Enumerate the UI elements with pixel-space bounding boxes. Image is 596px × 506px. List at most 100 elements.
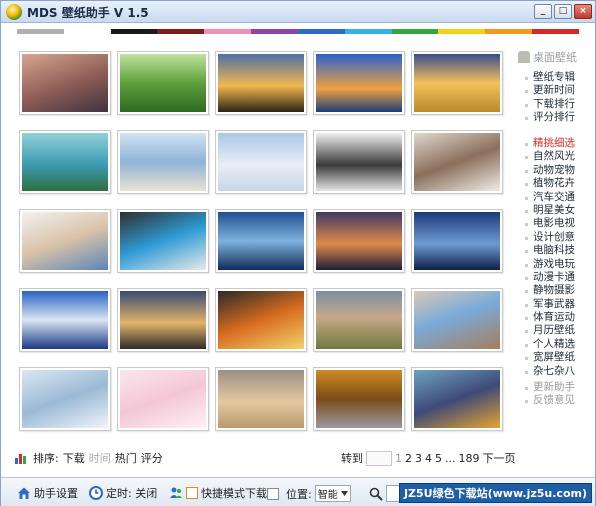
sidebar-item[interactable]: 军事武器 [518,298,575,311]
fast-mode-toggle[interactable]: 快捷模式下载 [169,485,267,501]
wallpaper-thumbnail-girl-on-beach[interactable] [117,130,209,194]
wallpaper-thumbnail-pink-blank[interactable] [117,367,209,431]
position-checkbox[interactable] [267,487,279,500]
color-swatch[interactable] [157,29,205,34]
wallpaper-thumbnail-mountain-sea-dusk[interactable] [411,209,503,273]
sort-option-download[interactable]: 下载 [63,450,85,466]
wallpaper-image [414,212,500,270]
sidebar-item[interactable]: 更新时间 [518,84,575,97]
wallpaper-image [120,370,206,428]
wallpaper-thumbnail-polar-bears[interactable] [215,130,307,194]
wallpaper-thumbnail-spring-meadow[interactable] [117,51,209,115]
sidebar-item[interactable]: 静物摄影 [518,284,575,297]
wallpaper-thumbnail-pier-blue-sunset[interactable] [313,51,405,115]
maximize-button[interactable]: □ [554,4,572,19]
color-swatch[interactable] [344,29,392,34]
wallpaper-thumbnail-hand-branch[interactable] [19,367,111,431]
page-last-link[interactable]: 189 [459,452,480,465]
wallpaper-thumbnail-pansies-bokeh[interactable] [411,367,503,431]
bullet-icon [525,303,528,307]
close-button[interactable]: × [574,4,592,19]
sidebar-item[interactable]: 月历壁纸 [518,324,575,337]
wallpaper-thumbnail-girl-lying[interactable] [411,130,503,194]
search-icon[interactable] [369,487,383,501]
position-select[interactable]: 智能 [314,485,351,502]
sidebar-item[interactable]: 汽车交通 [518,191,575,204]
color-swatch[interactable] [438,29,486,34]
wallpaper-thumbnail-girl-eyes-scarf[interactable] [313,288,405,352]
wallpaper-thumbnail-mossy-river[interactable] [19,130,111,194]
wallpaper-thumbnail-girl-white-room[interactable] [19,209,111,273]
sidebar-item[interactable]: 下载排行 [518,98,575,111]
sidebar-item-label: 电脑科技 [533,244,575,257]
wallpaper-thumbnail-windmill-sunset[interactable] [117,288,209,352]
sidebar-item[interactable]: 动物宠物 [518,164,575,177]
sidebar-item[interactable]: 电脑科技 [518,244,575,257]
next-page-link[interactable]: 下一页 [483,450,516,466]
wallpaper-thumbnail-lake-clouds[interactable] [215,209,307,273]
fast-mode-label: 快捷模式下载 [201,487,267,500]
color-swatch[interactable] [110,29,158,34]
sidebar-item[interactable]: 体育运动 [518,311,575,324]
color-swatch[interactable] [63,29,111,34]
sort-option-time[interactable]: 时间 [89,450,111,466]
page-link[interactable]: 4 [425,452,432,465]
sidebar-item[interactable]: 个人精选 [518,338,575,351]
goto-page-input[interactable] [366,450,392,466]
color-swatch[interactable] [297,29,345,34]
page-link[interactable]: 5 [435,452,442,465]
sidebar-item-label: 杂七杂八 [533,364,575,377]
sidebar-header-label: 桌面壁纸 [533,51,577,64]
page-link[interactable]: 2 [405,452,412,465]
color-swatch[interactable] [532,29,579,34]
title-bar[interactable]: MDS 壁纸助手 V 1.5 _ □ × [1,1,595,23]
wallpaper-thumbnail-dusk-jetty[interactable] [313,209,405,273]
home-icon [17,486,31,500]
wallpaper-thumbnail-mountain-reflection[interactable] [19,288,111,352]
minimize-button[interactable]: _ [534,4,552,19]
color-swatch[interactable] [485,29,533,34]
close-icon: × [579,6,587,16]
wallpaper-thumbnail-rocky-coast-sunset[interactable] [19,51,111,115]
page-link[interactable]: 3 [415,452,422,465]
color-swatch[interactable] [204,29,252,34]
sidebar-item[interactable]: 动漫卡通 [518,271,575,284]
sidebar-item[interactable]: 明星美女 [518,204,575,217]
sidebar-item[interactable]: 更新助手 [518,381,575,394]
sidebar-item[interactable]: 壁纸专辑 [518,71,575,84]
wallpaper-thumbnail-golden-field-sunset[interactable] [411,51,503,115]
sort-option-rating[interactable]: 评分 [141,450,163,466]
fast-mode-checkbox[interactable] [186,487,198,499]
bullet-icon [525,236,528,240]
color-swatch[interactable] [17,29,64,34]
wallpaper-thumbnail-balloon-woods[interactable] [411,288,503,352]
settings-button[interactable]: 助手设置 [17,485,78,501]
sidebar-footer-group: 更新助手 反馈意见 [518,381,575,408]
color-swatch[interactable] [251,29,298,34]
sidebar-item[interactable]: 杂七杂八 [518,365,575,378]
sort-option-hot[interactable]: 热门 [115,450,137,466]
sidebar-item[interactable]: 自然风光 [518,150,575,163]
sidebar-item-label: 反馈意见 [533,394,575,407]
wallpaper-thumbnail-iron-man[interactable] [215,288,307,352]
settings-label: 助手设置 [34,487,78,500]
wallpaper-thumbnail-sand-dunes[interactable] [215,367,307,431]
position-control: 位置: 智能 [267,485,351,502]
wallpaper-thumbnail-autumn-path[interactable] [313,367,405,431]
bullet-icon [525,263,528,267]
sidebar-item[interactable]: 游戏电玩 [518,258,575,271]
sidebar-item[interactable]: 评分排行 [518,111,575,124]
wallpaper-thumbnail-girl-blue-bed[interactable] [117,209,209,273]
sidebar-item[interactable]: 宽屏壁纸 [518,351,575,364]
sidebar-header[interactable]: 桌面壁纸 [518,49,594,65]
sidebar-item-label: 明星美女 [533,203,575,216]
sidebar-item[interactable]: 植物花卉 [518,177,575,190]
wallpaper-thumbnail-group-models[interactable] [313,130,405,194]
sidebar-item[interactable]: 电影电视 [518,217,575,230]
sidebar-item[interactable]: 精挑细选 [518,137,575,150]
sidebar-item[interactable]: 反馈意见 [518,394,575,407]
timer-button[interactable]: 定时: 关闭 [89,485,157,501]
wallpaper-thumbnail-tipi-sunset[interactable] [215,51,307,115]
sidebar-item[interactable]: 设计创意 [518,231,575,244]
color-swatch[interactable] [391,29,439,34]
